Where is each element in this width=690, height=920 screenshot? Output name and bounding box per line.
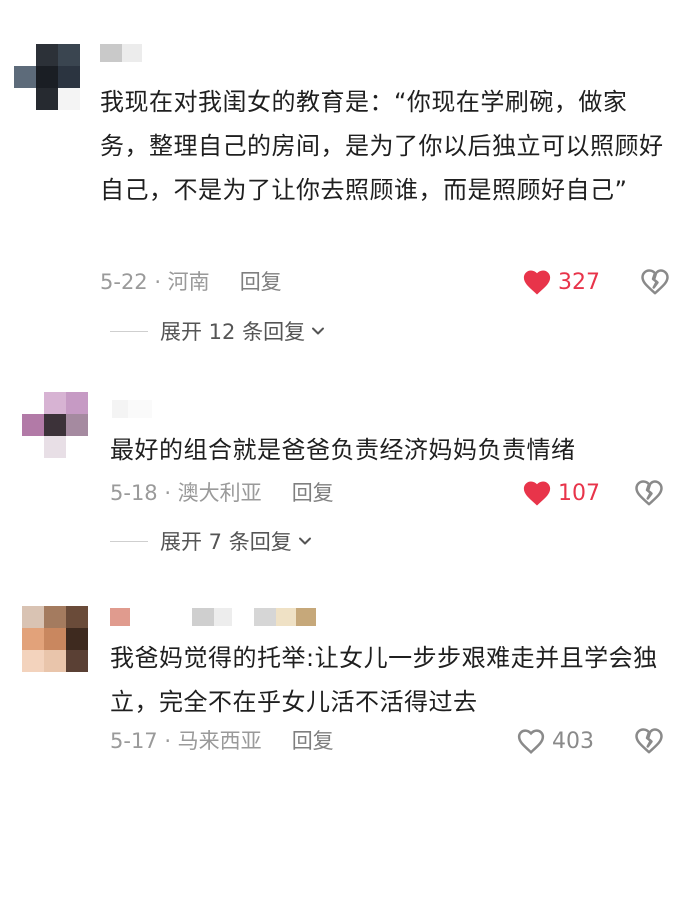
dislike-button[interactable] [640,267,670,297]
avatar[interactable] [22,392,88,458]
expand-replies-label: 展开 12 条回复 [160,320,306,344]
expand-replies-button[interactable]: 展开 12 条回复 [110,316,325,346]
username[interactable] [100,44,142,62]
expand-replies-button[interactable]: 展开 7 条回复 [110,526,312,556]
username[interactable] [112,400,152,418]
avatar[interactable] [22,606,88,672]
heart-filled-icon [523,270,551,295]
comment-text: 我现在对我闺女的教育是：“你现在学刷碗，做家务，整理自己的房间，是为了你以后独立… [100,88,664,204]
comment-meta: 5-22 · 河南 回复 [100,267,282,297]
like-button[interactable]: 107 [522,478,600,508]
comment-text: 最好的组合就是爸爸负责经济妈妈负责情绪 [110,436,576,464]
comment-item: 我爸妈觉得的托举:让女儿一步步艰难走并且学会独立，完全不在乎女儿活不活得过去 5… [0,590,690,780]
heart-outline-icon [517,729,545,754]
comment-item: 最好的组合就是爸爸负责经济妈妈负责情绪 5-18 · 澳大利亚 回复 107 展开… [0,380,690,570]
dislike-button[interactable] [634,478,664,508]
reply-button[interactable]: 回复 [292,481,334,505]
expand-replies-label: 展开 7 条回复 [160,530,292,554]
like-count: 327 [558,269,600,295]
like-count: 403 [552,728,594,754]
date-location: 5-22 · 河南 [100,270,210,294]
divider [110,330,148,332]
broken-heart-icon [635,728,663,754]
divider [110,540,148,542]
date-location: 5-17 · 马来西亚 [110,729,262,753]
reply-button[interactable]: 回复 [240,270,282,294]
comment-item: 我现在对我闺女的教育是：“你现在学刷碗，做家务，整理自己的房间，是为了你以后独立… [0,0,690,370]
broken-heart-icon [641,269,669,295]
comment-text: 我爸妈觉得的托举:让女儿一步步艰难走并且学会独立，完全不在乎女儿活不活得过去 [110,644,658,716]
broken-heart-icon [635,480,663,506]
like-button[interactable]: 327 [522,267,600,297]
username[interactable] [110,608,316,626]
like-button[interactable]: 403 [516,726,594,756]
avatar[interactable] [14,44,80,110]
reply-button[interactable]: 回复 [292,729,334,753]
dislike-button[interactable] [634,726,664,756]
chevron-down-icon [298,537,311,545]
comment-meta: 5-17 · 马来西亚 回复 [110,726,334,756]
chevron-down-icon [312,327,325,335]
date-location: 5-18 · 澳大利亚 [110,481,262,505]
heart-filled-icon [523,481,551,506]
like-count: 107 [558,480,600,506]
comment-meta: 5-18 · 澳大利亚 回复 [110,478,334,508]
